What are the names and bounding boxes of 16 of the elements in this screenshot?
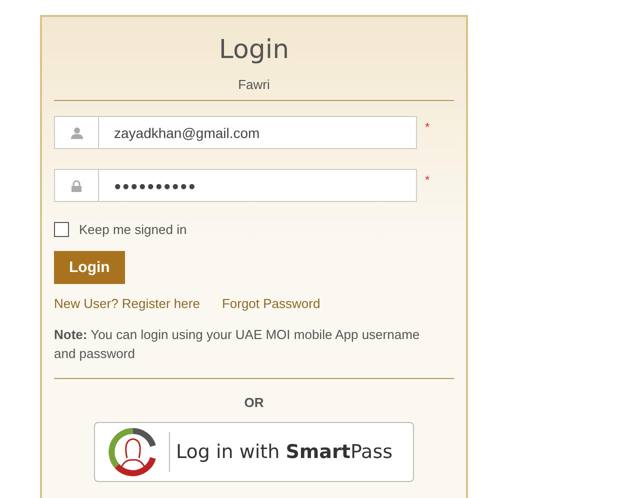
link[interactable]: New User? Register here [54,296,200,311]
link[interactable]: Forgot Password [222,296,320,311]
login-button[interactable]: Login [54,251,125,284]
checkbox[interactable] [54,222,69,237]
login-title: Login [218,35,290,65]
required-mark: * [425,173,430,187]
note-text: Note: You can login using your UAE MOI mobile App username and password [54,326,421,363]
or-separator: OR [243,395,265,410]
input-field[interactable]: zayadkhan@gmail.com [54,116,417,149]
user-icon [70,126,82,138]
app-name: Fawri [237,77,271,92]
lock-icon [71,180,82,192]
checkbox-label: Keep me signed in [79,222,187,237]
required-mark: * [425,120,430,134]
smartpass-button[interactable]: Log in with SmartPass [94,422,414,482]
input-field[interactable]: ●●●●●●●●●● [54,169,417,202]
